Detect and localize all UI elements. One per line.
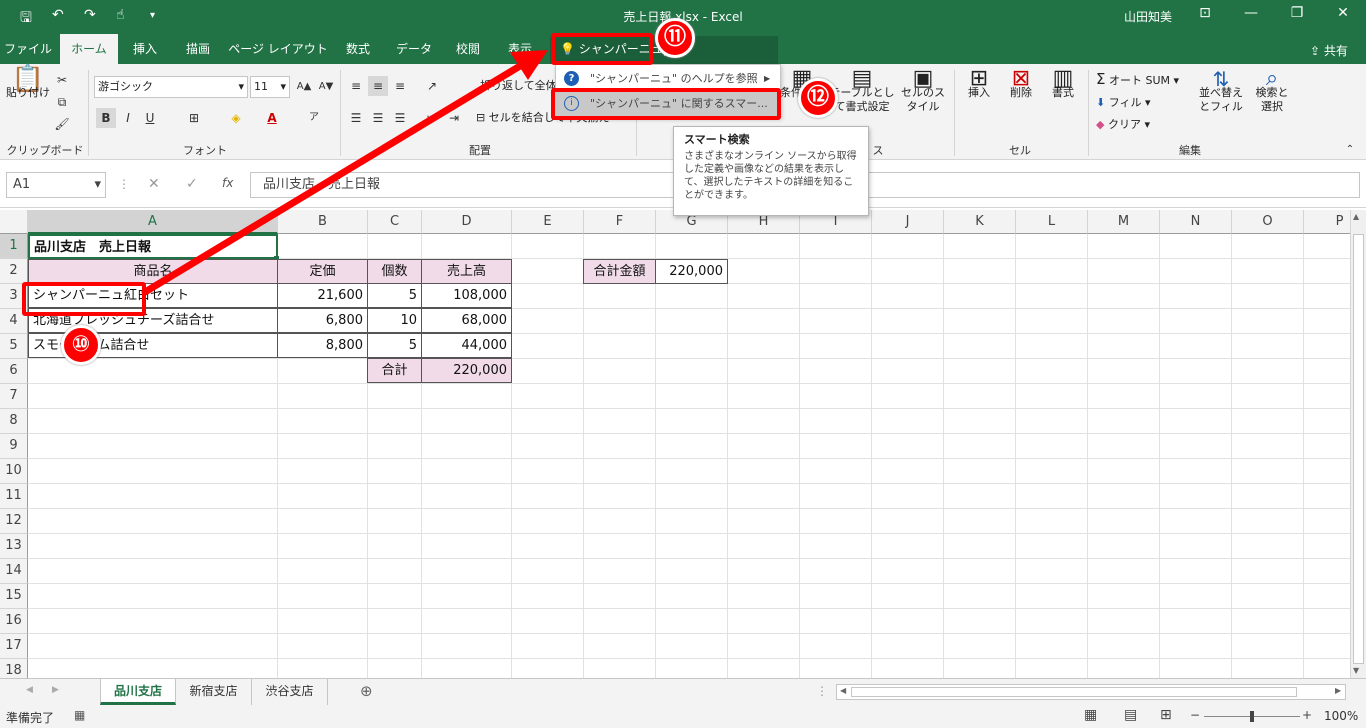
search-highlight-box xyxy=(551,33,653,65)
step-badge-12: ⑫ xyxy=(798,78,838,118)
step-badge-10: ⑩ xyxy=(61,325,101,365)
smart-lookup-highlight-box xyxy=(551,88,781,120)
step-badge-11: ⑪ xyxy=(655,18,695,58)
cell-highlight-box xyxy=(22,282,146,316)
